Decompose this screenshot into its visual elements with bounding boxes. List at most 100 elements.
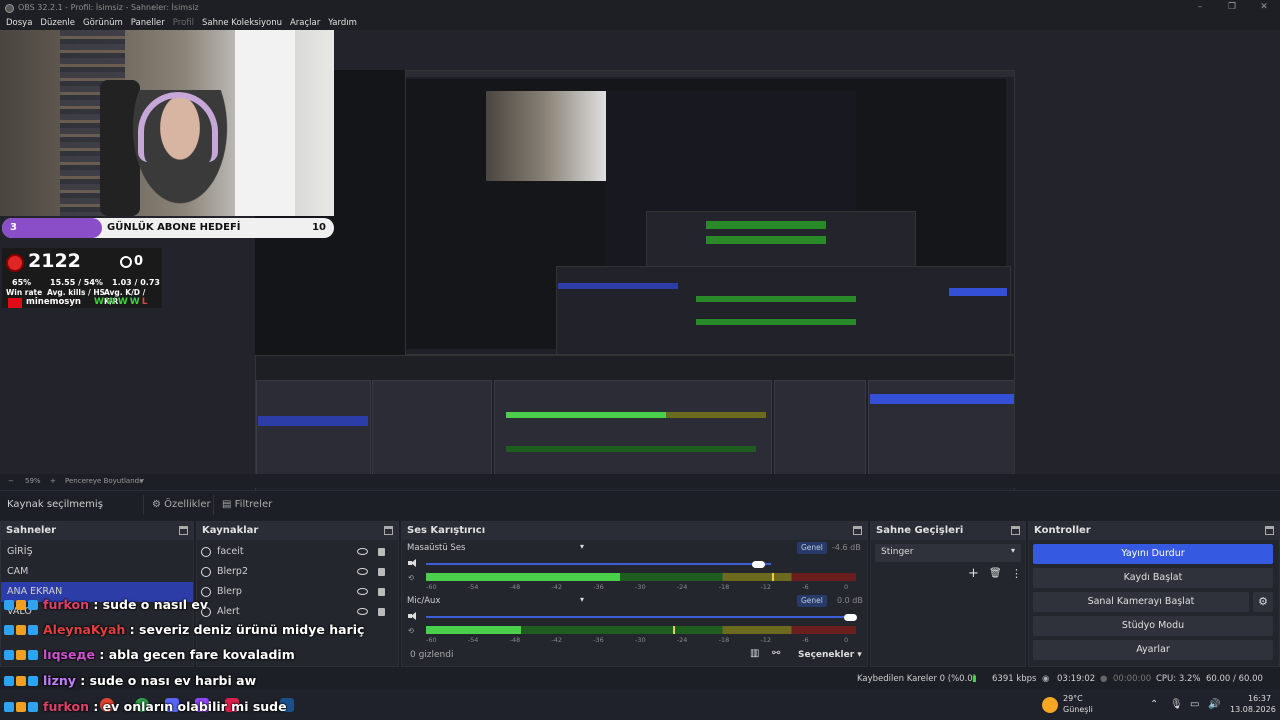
eye-icon[interactable] [357,568,368,575]
sub-goal-label: GÜNLÜK ABONE HEDEFİ [107,222,241,233]
speaker-icon[interactable] [408,612,418,620]
channel-mode-badge[interactable]: Genel [797,595,827,607]
zoom-plus-button[interactable]: + [50,474,56,488]
minimize-icon[interactable]: – [1185,0,1215,16]
chat-badges-icon [4,648,40,663]
record-status-icon: ● [1100,674,1108,684]
no-source-label: Kaynak seçilmemiş [7,499,103,510]
kills-hs-label: Avg. kills / HS [47,288,106,297]
channel-mode-badge[interactable]: Genel [797,542,827,554]
volume-slider[interactable] [426,563,771,565]
mute-track-icon[interactable]: ⟲ [408,627,414,635]
microphone-icon[interactable]: 🎙 [1170,699,1183,710]
chevron-down-icon[interactable]: ▾ [580,542,584,551]
source-item[interactable]: Alert [197,602,398,622]
undock-icon[interactable] [853,526,862,535]
cpu-usage: CPU: 3.2% [1156,674,1201,684]
volume-slider[interactable] [426,616,856,618]
properties-button[interactable]: ⚙ Özellikler [143,495,219,515]
stop-streaming-button[interactable]: Yayını Durdur [1033,544,1273,564]
chat-message: furkon : sude o nasıl ev [4,597,208,613]
channel-name: Masaüstü Ses [407,543,466,553]
channel-name: Mic/Aux [407,596,441,606]
more-options-icon[interactable]: ⋮ [1011,567,1022,580]
add-icon[interactable]: + [968,566,979,581]
eye-icon[interactable] [357,548,368,555]
meter-tick-label: -60 [426,636,437,644]
source-item[interactable]: Blerp [197,582,398,602]
chevron-down-icon[interactable]: ▾ [140,474,144,488]
maximize-icon[interactable]: ❐ [1217,0,1247,16]
sun-icon [1042,697,1058,713]
chevron-down-icon[interactable]: ▾ [1011,546,1015,555]
eye-icon[interactable] [357,588,368,595]
meter-tick-label: -42 [551,583,563,591]
record-time: 00:00:00 [1113,674,1152,684]
preview-canvas[interactable] [255,70,1015,497]
source-item[interactable]: Blerp2 [197,562,398,582]
menu-docks[interactable]: Paneller [131,16,165,30]
menu-profile[interactable]: Profil [173,16,194,30]
virtual-camera-settings-icon[interactable]: ⚙ [1253,592,1273,612]
window-title: OBS 32.2.1 - Profil: İsimsiz - Sahneler:… [18,3,199,12]
obs-logo-icon [5,4,14,13]
audio-meter-level [426,577,620,581]
menu-scene-collection[interactable]: Sahne Koleksiyonu [202,16,282,30]
undock-icon[interactable] [179,526,188,535]
undock-icon[interactable] [1265,526,1274,535]
lock-icon[interactable] [378,548,385,556]
transition-select[interactable]: Stinger ▾ [875,544,1021,562]
meter-tick-label: -24 [676,636,688,644]
weather-desc: Güneşli [1063,705,1093,714]
undock-icon[interactable] [384,526,393,535]
start-virtual-camera-button[interactable]: Sanal Kamerayı Başlat [1033,592,1249,612]
lock-icon[interactable] [378,568,385,576]
kd-value: 1.03 / 0.73 [112,278,160,287]
clock-date: 13.08.2026 [1230,705,1276,714]
meter-tick-label: -6 [802,636,809,644]
close-icon[interactable]: ✕ [1249,0,1279,16]
lock-icon[interactable] [378,608,385,616]
mixer-options-button[interactable]: Seçenekler ▾ [798,650,862,660]
lock-icon[interactable] [378,588,385,596]
undock-icon[interactable] [1011,526,1020,535]
chat-badges-icon [4,674,40,689]
speaker-icon[interactable] [408,559,418,567]
settings-button[interactable]: Ayarlar [1033,640,1273,660]
meter-tick-label: -30 [635,583,646,591]
menu-view[interactable]: Görünüm [83,16,123,30]
studio-mode-button[interactable]: Stüdyo Modu [1033,616,1273,636]
scene-item[interactable]: GİRİŞ [1,542,193,562]
chat-username: furkon [43,699,89,714]
mute-track-icon[interactable]: ⟲ [408,574,414,582]
volume-slider-handle[interactable] [752,561,766,568]
zoom-mode[interactable]: Pencereye Boyutlandır [65,474,144,488]
preview-area[interactable]: 3 GÜNLÜK ABONE HEDEFİ 10 2122 0 65% Win … [0,30,1280,497]
link-icon[interactable]: ⚯ [772,648,780,659]
volume-icon[interactable]: 🔊 [1208,699,1220,710]
chevron-down-icon[interactable]: ▾ [580,595,584,604]
transitions-title: Sahne Geçişleri [876,525,964,536]
chat-username: furkon [43,597,89,612]
menu-file[interactable]: Dosya [6,16,32,30]
faceit-stats-widget: 2122 0 65% Win rate 15.55 / 54% Avg. kil… [2,248,162,308]
filters-button[interactable]: ▤ Filtreler [213,495,280,515]
controls-title: Kontroller [1034,525,1091,536]
trash-icon[interactable]: 🗑 [989,568,1002,579]
menu-tools[interactable]: Araçlar [290,16,320,30]
chat-message: lıqseде : abla gecen fare kovaladim [4,647,295,663]
source-item[interactable]: faceit [197,542,398,562]
layout-icon[interactable]: ▥ [750,648,759,659]
chat-message: lizny : sude o nası ev harbi aw [4,673,256,689]
monitor-icon[interactable]: ▭ [1190,699,1199,710]
scene-item[interactable]: CAM [1,562,193,582]
volume-slider-handle[interactable] [844,614,857,621]
chat-badges-icon [4,700,40,715]
chat-username: lizny [43,673,76,688]
zoom-minus-button[interactable]: − [8,474,14,488]
start-recording-button[interactable]: Kaydı Başlat [1033,568,1273,588]
menu-help[interactable]: Yardım [328,16,357,30]
chevron-up-icon[interactable]: ⌃ [1150,699,1158,710]
eye-icon[interactable] [357,608,368,615]
menu-edit[interactable]: Düzenle [40,16,75,30]
